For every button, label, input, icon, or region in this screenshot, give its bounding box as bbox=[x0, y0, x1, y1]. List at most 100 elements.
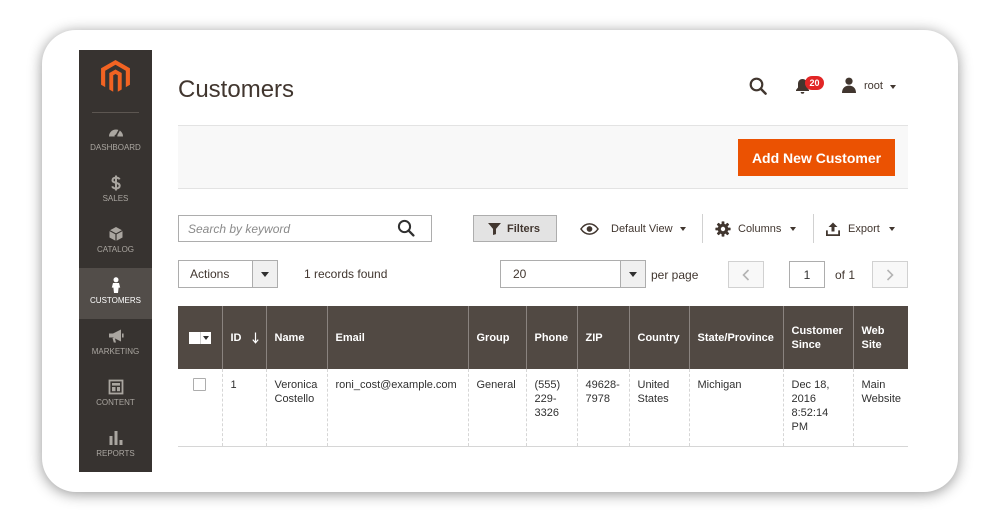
cell-name: Veronica Costello bbox=[265, 369, 327, 447]
sidebar-item-label: CATALOG bbox=[96, 245, 135, 254]
sidebar-item-catalog[interactable]: CATALOG bbox=[79, 217, 152, 268]
filters-label: Filters bbox=[507, 222, 541, 235]
sidebar-item-marketing[interactable]: MARKETING bbox=[79, 319, 152, 370]
user-account-menu[interactable]: root bbox=[840, 76, 900, 96]
chevron-down-icon bbox=[888, 226, 895, 231]
cell-email: roni_cost@example.com bbox=[326, 369, 468, 447]
eye-icon bbox=[580, 222, 599, 235]
arrow-down-icon bbox=[251, 332, 259, 344]
search-input[interactable] bbox=[178, 215, 432, 242]
layout-icon bbox=[108, 379, 124, 395]
sidebar-item-dashboard[interactable]: DASHBOARD bbox=[79, 115, 152, 166]
table-row[interactable]: 1 Veronica Costello roni_cost@example.co… bbox=[178, 369, 908, 447]
bar-chart-icon bbox=[108, 430, 124, 446]
per-page-value: 20 bbox=[513, 267, 527, 281]
current-page-input[interactable] bbox=[789, 261, 825, 288]
chevron-down-icon bbox=[679, 226, 686, 231]
page-title: Customers bbox=[178, 76, 295, 103]
admin-sidebar: DASHBOARD SALES CATALOG CUSTOMERS MARKET… bbox=[79, 50, 152, 472]
grid-header-row: ID Name Email Group Phone ZIP Country St… bbox=[178, 306, 908, 369]
cell-country: United States bbox=[628, 369, 689, 447]
toolbar-divider bbox=[702, 214, 703, 243]
per-page-label: per page bbox=[651, 268, 699, 282]
records-found: 1 records found bbox=[304, 267, 388, 281]
select-all-checkbox[interactable] bbox=[189, 331, 201, 344]
column-header-customer-since[interactable]: Customer Since bbox=[782, 306, 853, 369]
total-pages: of 1 bbox=[835, 268, 856, 282]
cell-website: Main Website bbox=[852, 369, 908, 447]
column-header-label: ID bbox=[230, 331, 242, 344]
mass-actions-label: Actions bbox=[190, 267, 230, 281]
column-header-state[interactable]: State/Province bbox=[688, 306, 783, 369]
notifications-badge[interactable]: 20 bbox=[805, 76, 824, 90]
keyword-search bbox=[178, 215, 432, 242]
column-header-zip[interactable]: ZIP bbox=[576, 306, 629, 369]
next-page-button[interactable] bbox=[872, 261, 908, 288]
sidebar-item-label: CUSTOMERS bbox=[90, 296, 141, 305]
cell-customer-since: Dec 18, 2016 8:52:14 PM bbox=[782, 369, 853, 447]
toolbar-divider bbox=[813, 214, 814, 243]
column-header-phone[interactable]: Phone bbox=[525, 306, 577, 369]
per-page-toggle[interactable] bbox=[620, 261, 645, 287]
gear-icon bbox=[715, 220, 731, 237]
chevron-down-icon bbox=[890, 85, 896, 89]
page-actions-bar: Add New Customer bbox=[178, 125, 908, 189]
columns-label: Columns bbox=[738, 222, 782, 235]
dollar-icon bbox=[108, 175, 124, 191]
cell-zip: 49628-7978 bbox=[576, 369, 629, 447]
sidebar-item-label: CONTENT bbox=[96, 398, 135, 407]
export-label: Export bbox=[848, 222, 880, 235]
cell-phone: (555) 229-3326 bbox=[525, 369, 577, 447]
sidebar-item-content[interactable]: CONTENT bbox=[79, 370, 152, 421]
magento-logo-icon[interactable] bbox=[101, 60, 130, 93]
row-checkbox[interactable] bbox=[193, 378, 206, 391]
sidebar-item-label: SALES bbox=[102, 194, 129, 203]
mass-actions-select[interactable]: Actions bbox=[178, 260, 278, 288]
per-page-select[interactable]: 20 bbox=[500, 260, 646, 288]
customers-grid: ID Name Email Group Phone ZIP Country St… bbox=[178, 306, 908, 447]
previous-page-button[interactable] bbox=[728, 261, 764, 288]
export-icon bbox=[826, 222, 840, 236]
column-header-name[interactable]: Name bbox=[265, 306, 327, 369]
sidebar-item-sales[interactable]: SALES bbox=[79, 166, 152, 217]
sidebar-divider bbox=[92, 112, 139, 113]
filters-button[interactable]: Filters bbox=[473, 215, 557, 242]
add-new-customer-button[interactable]: Add New Customer bbox=[738, 139, 895, 176]
chevron-down-icon bbox=[790, 226, 797, 231]
sidebar-item-reports[interactable]: REPORTS bbox=[79, 421, 152, 472]
cell-state: Michigan bbox=[688, 369, 783, 447]
chevron-down-icon bbox=[261, 271, 269, 277]
mass-select-dropdown[interactable] bbox=[189, 331, 211, 344]
columns-dropdown[interactable]: Columns bbox=[715, 215, 797, 242]
sidebar-item-label: MARKETING bbox=[91, 347, 140, 356]
filter-icon bbox=[488, 222, 501, 235]
cell-id: 1 bbox=[221, 369, 266, 447]
user-name: root bbox=[864, 80, 883, 92]
chevron-down-icon bbox=[629, 271, 637, 277]
search-icon[interactable] bbox=[397, 219, 415, 237]
cube-icon bbox=[108, 226, 124, 242]
mass-actions-toggle[interactable] bbox=[252, 261, 277, 287]
user-icon bbox=[841, 77, 857, 93]
sidebar-item-customers[interactable]: CUSTOMERS bbox=[79, 268, 152, 319]
global-search-icon[interactable] bbox=[749, 77, 767, 95]
cell-select bbox=[178, 369, 222, 447]
chevron-right-icon bbox=[886, 268, 894, 281]
view-switcher[interactable]: Default View bbox=[580, 215, 686, 242]
sidebar-item-label: REPORTS bbox=[96, 449, 135, 458]
chevron-down-icon bbox=[203, 335, 209, 340]
column-header-select bbox=[178, 306, 222, 369]
person-icon bbox=[108, 277, 124, 293]
column-header-group[interactable]: Group bbox=[467, 306, 526, 369]
megaphone-icon bbox=[108, 328, 124, 344]
column-header-country[interactable]: Country bbox=[628, 306, 689, 369]
column-header-email[interactable]: Email bbox=[326, 306, 468, 369]
column-header-id[interactable]: ID bbox=[221, 306, 266, 369]
cell-group: General bbox=[467, 369, 526, 447]
column-header-website[interactable]: Web Site bbox=[852, 306, 908, 369]
export-dropdown[interactable]: Export bbox=[826, 215, 895, 242]
view-label: Default View bbox=[611, 222, 673, 235]
sidebar-item-label: DASHBOARD bbox=[90, 143, 141, 152]
sidebar-menu: DASHBOARD SALES CATALOG CUSTOMERS MARKET… bbox=[79, 115, 152, 472]
screenshot-frame: DASHBOARD SALES CATALOG CUSTOMERS MARKET… bbox=[0, 0, 1000, 529]
